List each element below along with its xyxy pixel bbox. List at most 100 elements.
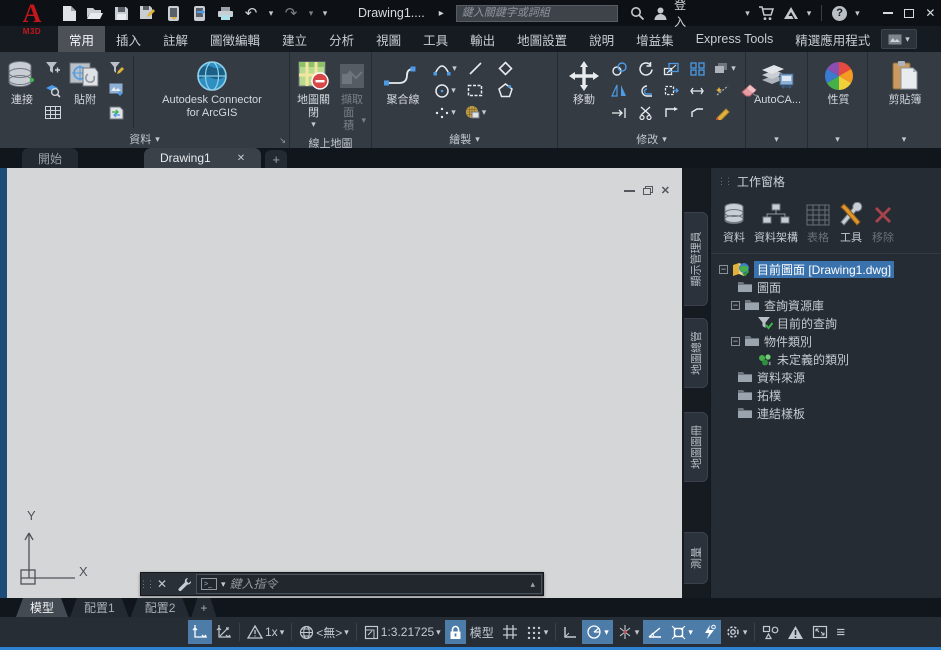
task-pane-grip-handle[interactable]: ⋮⋮: [717, 176, 731, 187]
save-to-web-mobile-button[interactable]: [188, 3, 210, 23]
ribbon-tab-view[interactable]: 視圖: [365, 26, 412, 52]
ribbon-tab-create[interactable]: 建立: [271, 26, 318, 52]
autodesk-app-icon[interactable]: [779, 2, 803, 24]
snap-mode-toggle[interactable]: ▾: [522, 620, 553, 644]
clipboard-panel-button[interactable]: 剪貼簿: [886, 56, 925, 109]
copy-button[interactable]: [608, 59, 630, 78]
ortho-mode-toggle[interactable]: [559, 620, 582, 644]
command-history-toggle[interactable]: ▴: [530, 579, 537, 590]
tools-button[interactable]: 工具: [835, 200, 867, 247]
undo-button[interactable]: ↶: [240, 3, 262, 23]
command-customize-wrench-icon[interactable]: [173, 573, 195, 595]
ribbon-tab-map-setup[interactable]: 地圖設置: [506, 26, 578, 52]
chamfer-button[interactable]: [686, 103, 708, 122]
tree-item-object-classes[interactable]: − 物件類別: [711, 332, 941, 350]
ribbon-tab-tools[interactable]: 工具: [412, 26, 459, 52]
plot-button[interactable]: [214, 3, 236, 23]
save-as-button[interactable]: [136, 3, 158, 23]
viewport-lock-toggle[interactable]: [445, 620, 466, 644]
data-button[interactable]: 資料: [719, 200, 749, 247]
capture-area-button[interactable]: 擷取 面積▾: [335, 56, 369, 135]
define-query-icon[interactable]: [106, 58, 128, 78]
clean-screen-button[interactable]: [808, 620, 832, 644]
help-dropdown[interactable]: ▾: [851, 2, 864, 24]
side-tab-map-book[interactable]: 地圖圖冊: [684, 412, 708, 482]
data-panel-label[interactable]: 資料▾ ↘: [0, 130, 289, 148]
offset-button[interactable]: [634, 81, 656, 100]
edit-polyline-button[interactable]: [712, 103, 734, 122]
app-store-cart-icon[interactable]: [754, 2, 779, 24]
points-button[interactable]: ▾: [432, 103, 458, 122]
quick-access-customize-dropdown[interactable]: ▾: [320, 3, 330, 23]
ribbon-tab-annotate[interactable]: 註解: [152, 26, 199, 52]
table-icon[interactable]: [42, 102, 64, 122]
ribbon-tab-insert[interactable]: 插入: [105, 26, 152, 52]
layout-tab-layout1[interactable]: 配置1: [70, 598, 129, 617]
map-off-button[interactable]: 地圖關閉 ▾: [294, 56, 333, 131]
ribbon-tab-output[interactable]: 輸出: [459, 26, 506, 52]
command-recent-dropdown[interactable]: ▾: [221, 580, 226, 589]
connect-button[interactable]: 連接: [4, 56, 40, 109]
file-tab-start[interactable]: 開始: [22, 148, 78, 168]
viewport-restore-icon[interactable]: [643, 186, 653, 195]
command-close-icon[interactable]: ✕: [151, 573, 173, 595]
undo-dropdown[interactable]: ▾: [266, 3, 276, 23]
tree-item-drawings[interactable]: 圖面: [711, 278, 941, 296]
tree-item-topologies[interactable]: 拓樸: [711, 386, 941, 404]
break-button[interactable]: [634, 103, 656, 122]
viewport-close-icon[interactable]: ✕: [661, 184, 670, 197]
expander-minus-icon[interactable]: −: [731, 337, 740, 346]
line-button[interactable]: [462, 59, 488, 78]
panel-launcher-icon[interactable]: ↘: [279, 136, 286, 145]
model-space-button[interactable]: 模型: [466, 620, 498, 644]
properties-panel-button[interactable]: 性質: [820, 56, 858, 109]
schema-button[interactable]: 資料架構: [751, 200, 801, 247]
customization-menu-button[interactable]: ≡: [832, 620, 849, 644]
new-layout-button[interactable]: +: [191, 598, 216, 617]
viewport-scale-button[interactable]: 1:3.21725 ▾: [360, 620, 445, 644]
rhombus-button[interactable]: [492, 59, 518, 78]
polar-tracking-toggle[interactable]: ▾: [582, 620, 613, 644]
polygon-button[interactable]: [492, 81, 518, 100]
autodesk-dropdown[interactable]: ▾: [803, 2, 816, 24]
ribbon-tab-analyze[interactable]: 分析: [318, 26, 365, 52]
array-button[interactable]: [686, 59, 708, 78]
move-button[interactable]: 移動: [564, 56, 604, 109]
close-button[interactable]: ✕: [920, 3, 941, 23]
open-from-web-mobile-button[interactable]: [162, 3, 184, 23]
ribbon-display-options-button[interactable]: ▾: [881, 29, 917, 49]
command-input[interactable]: [230, 577, 527, 591]
tree-item-undefined-class[interactable]: 未定義的類別: [711, 350, 941, 368]
application-menu-button[interactable]: A M3D: [12, 1, 52, 47]
clipboard-panel-expand[interactable]: ▾: [868, 130, 940, 148]
autocad-panel-expand[interactable]: ▾: [746, 130, 807, 148]
trim-button[interactable]: [686, 81, 708, 100]
grid-axes-toggle[interactable]: [188, 620, 212, 644]
workspace-gear-button[interactable]: ▾: [721, 620, 752, 644]
drawing-canvas[interactable]: ✕ Y X ⋮⋮ ✕ >_ ▾ ▴: [7, 168, 682, 598]
command-prompt-icon[interactable]: >_: [201, 578, 217, 590]
rotate-button[interactable]: [634, 59, 656, 78]
tree-item-current-query[interactable]: 目前的查詢: [711, 314, 941, 332]
save-button[interactable]: [110, 3, 132, 23]
redo-dropdown[interactable]: ▾: [306, 3, 316, 23]
new-drawing-tab-button[interactable]: +: [265, 150, 287, 168]
redo-button[interactable]: ↷: [280, 3, 302, 23]
user-icon[interactable]: [649, 2, 672, 24]
rectangle-button[interactable]: [462, 81, 488, 100]
coordinate-system-button[interactable]: <無> ▾: [295, 620, 353, 644]
viewport-minimize-icon[interactable]: [624, 190, 635, 192]
tree-item-query-library[interactable]: − 查詢資源庫: [711, 296, 941, 314]
remove-button[interactable]: 移除: [869, 202, 897, 247]
arcgis-connector-button[interactable]: Autodesk Connector for ArcGIS: [137, 56, 287, 122]
close-drawing-tab-icon[interactable]: ✕: [237, 153, 245, 164]
ribbon-tab-help[interactable]: 說明: [578, 26, 625, 52]
sign-in-button[interactable]: 登入: [674, 0, 695, 30]
polyline-button[interactable]: 聚合線: [380, 56, 426, 109]
modify-panel-label[interactable]: 修改▾: [558, 130, 745, 148]
join-button[interactable]: [660, 103, 682, 122]
grid-display-toggle[interactable]: [498, 620, 522, 644]
draw-panel-label[interactable]: 繪製▾: [372, 130, 557, 148]
side-tab-survey[interactable]: 測量: [684, 532, 708, 584]
isometric-drafting-toggle[interactable]: [643, 620, 667, 644]
